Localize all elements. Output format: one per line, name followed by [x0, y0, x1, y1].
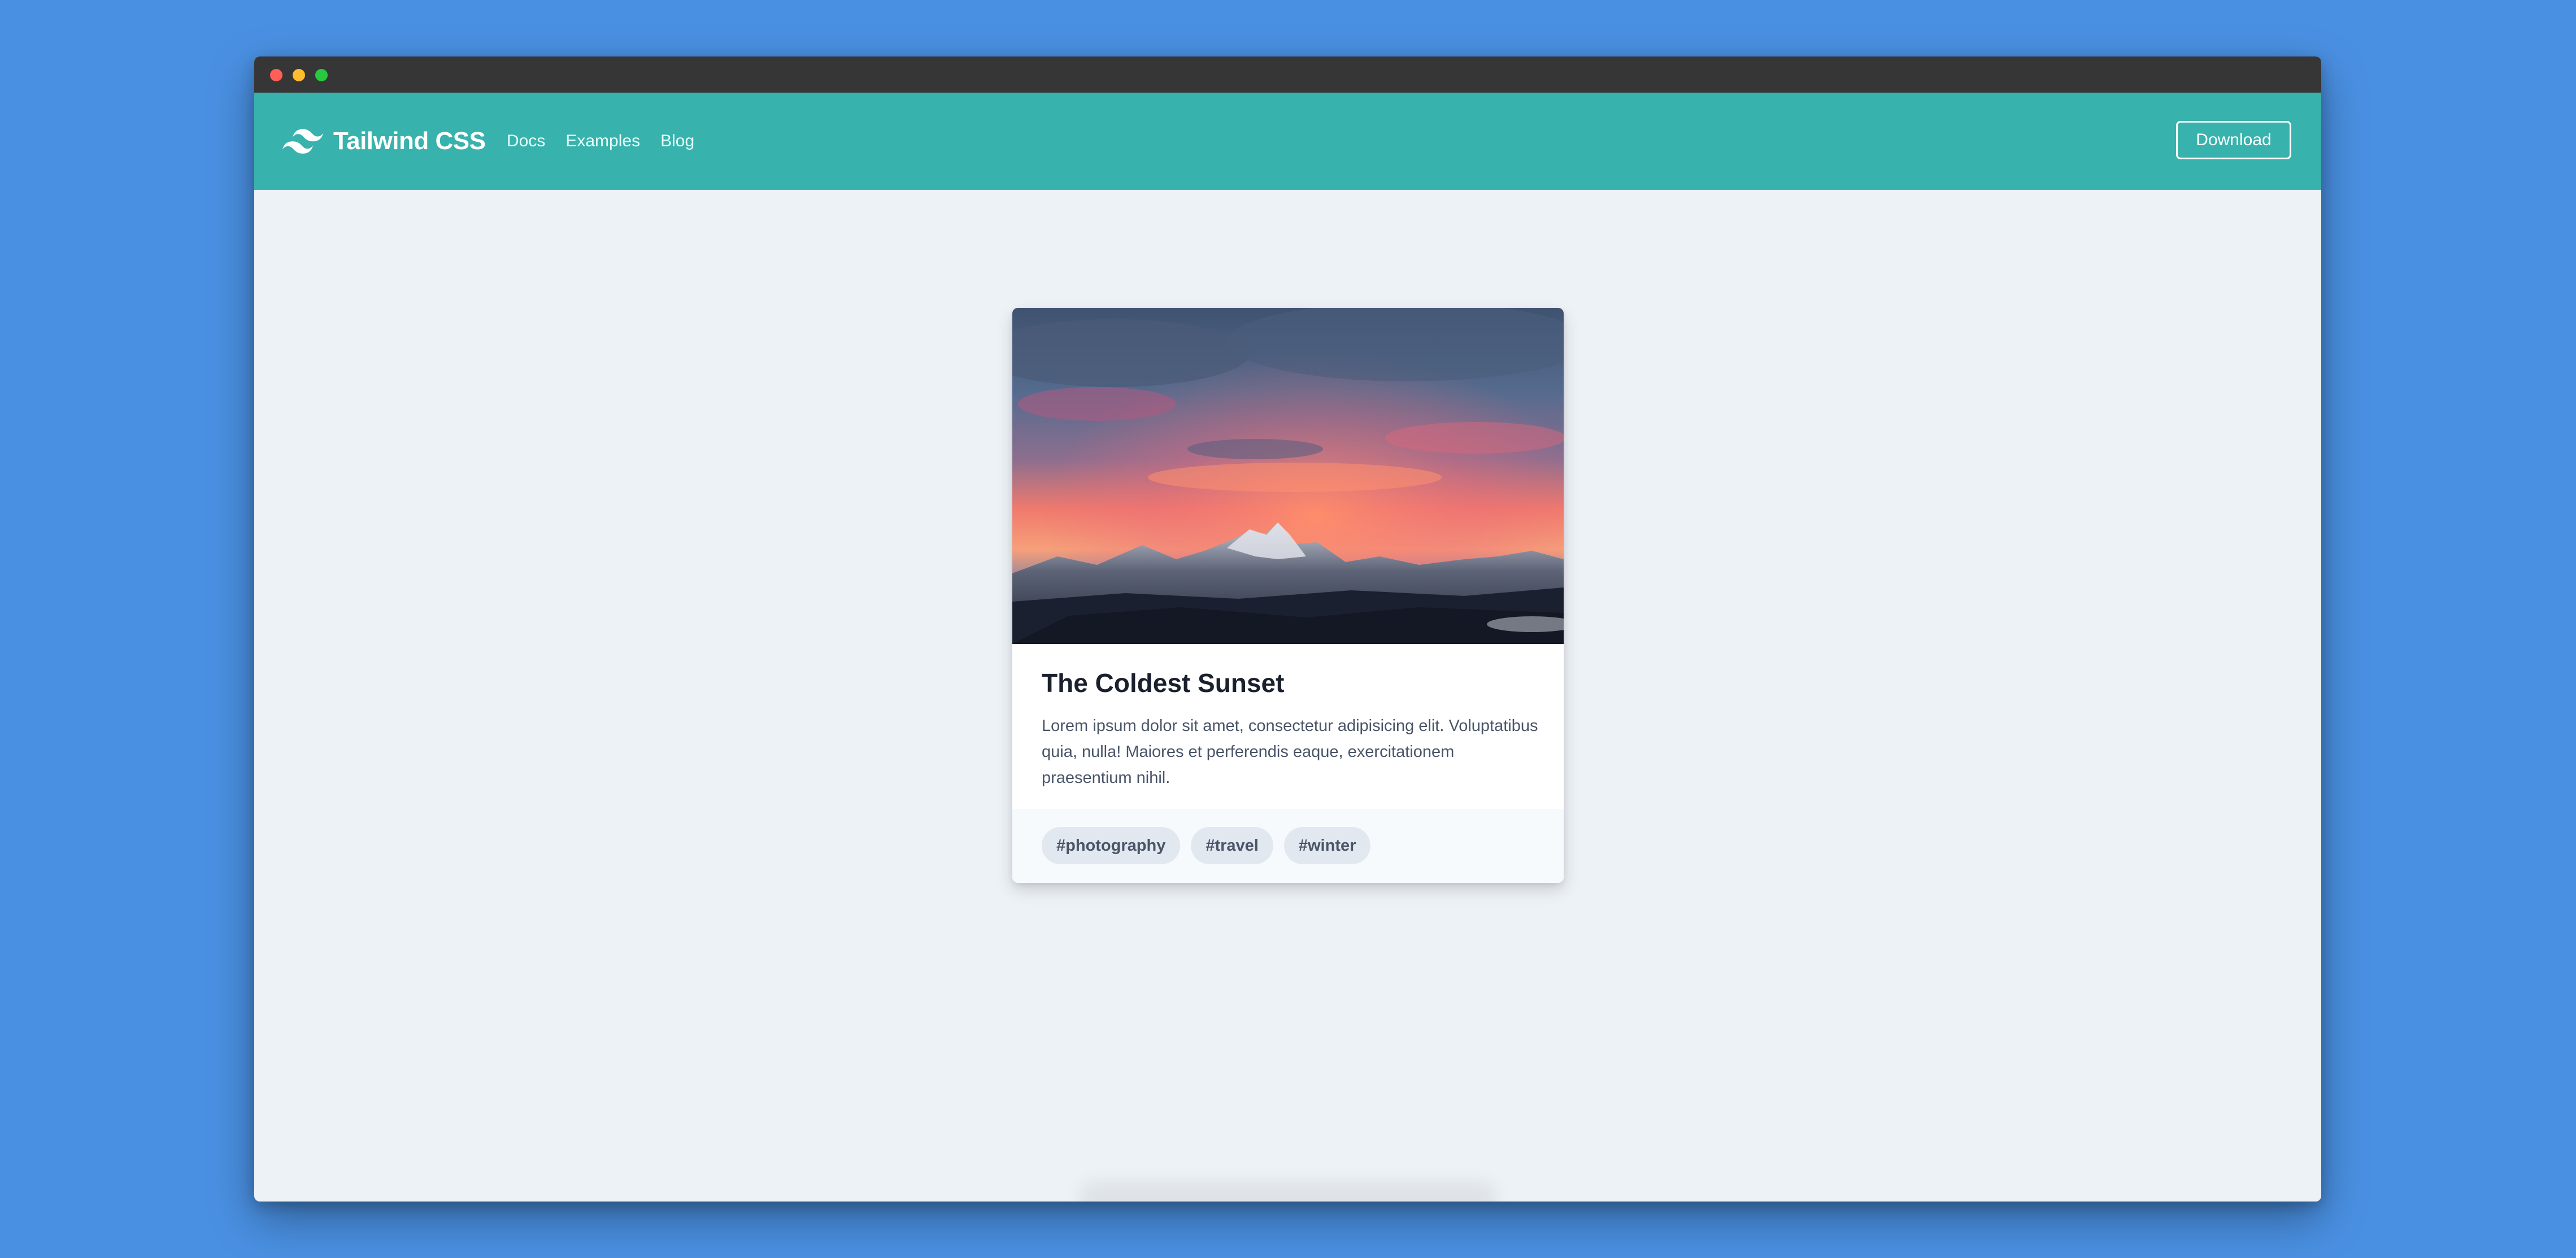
card-shadow	[1079, 1181, 1497, 1202]
close-window-button[interactable]	[270, 69, 282, 81]
download-button[interactable]: Download	[2176, 121, 2291, 159]
article-card: The Coldest Sunset Lorem ipsum dolor sit…	[1012, 308, 1564, 883]
maximize-window-button[interactable]	[315, 69, 328, 81]
tag-list: #photography #travel #winter	[1042, 827, 1381, 864]
card-description: Lorem ipsum dolor sit amet, consectetur …	[1042, 717, 1538, 787]
brand[interactable]: Tailwind CSS	[282, 93, 486, 190]
tag-winter[interactable]: #winter	[1283, 827, 1371, 864]
card-image	[1012, 308, 1564, 644]
nav-link-examples[interactable]: Examples	[565, 132, 640, 151]
card-footer: #photography #travel #winter	[1012, 809, 1564, 883]
brand-name: Tailwind CSS	[333, 127, 486, 155]
browser-window: Tailwind CSS Docs Examples Blog Download	[254, 56, 2321, 1202]
minimize-window-button[interactable]	[293, 69, 305, 81]
tag-photography[interactable]: #photography	[1042, 827, 1181, 864]
nav-link-blog[interactable]: Blog	[660, 132, 694, 151]
card-title: The Coldest Sunset	[1042, 668, 1285, 698]
nav-link-docs[interactable]: Docs	[507, 132, 545, 151]
tag-travel[interactable]: #travel	[1191, 827, 1273, 864]
tailwind-logo-icon	[282, 129, 323, 154]
card-body: The Coldest Sunset Lorem ipsum dolor sit…	[1042, 644, 1539, 791]
window-titlebar	[254, 56, 2321, 93]
nav-links: Docs Examples Blog	[507, 93, 715, 190]
navbar: Tailwind CSS Docs Examples Blog Download	[254, 93, 2321, 190]
